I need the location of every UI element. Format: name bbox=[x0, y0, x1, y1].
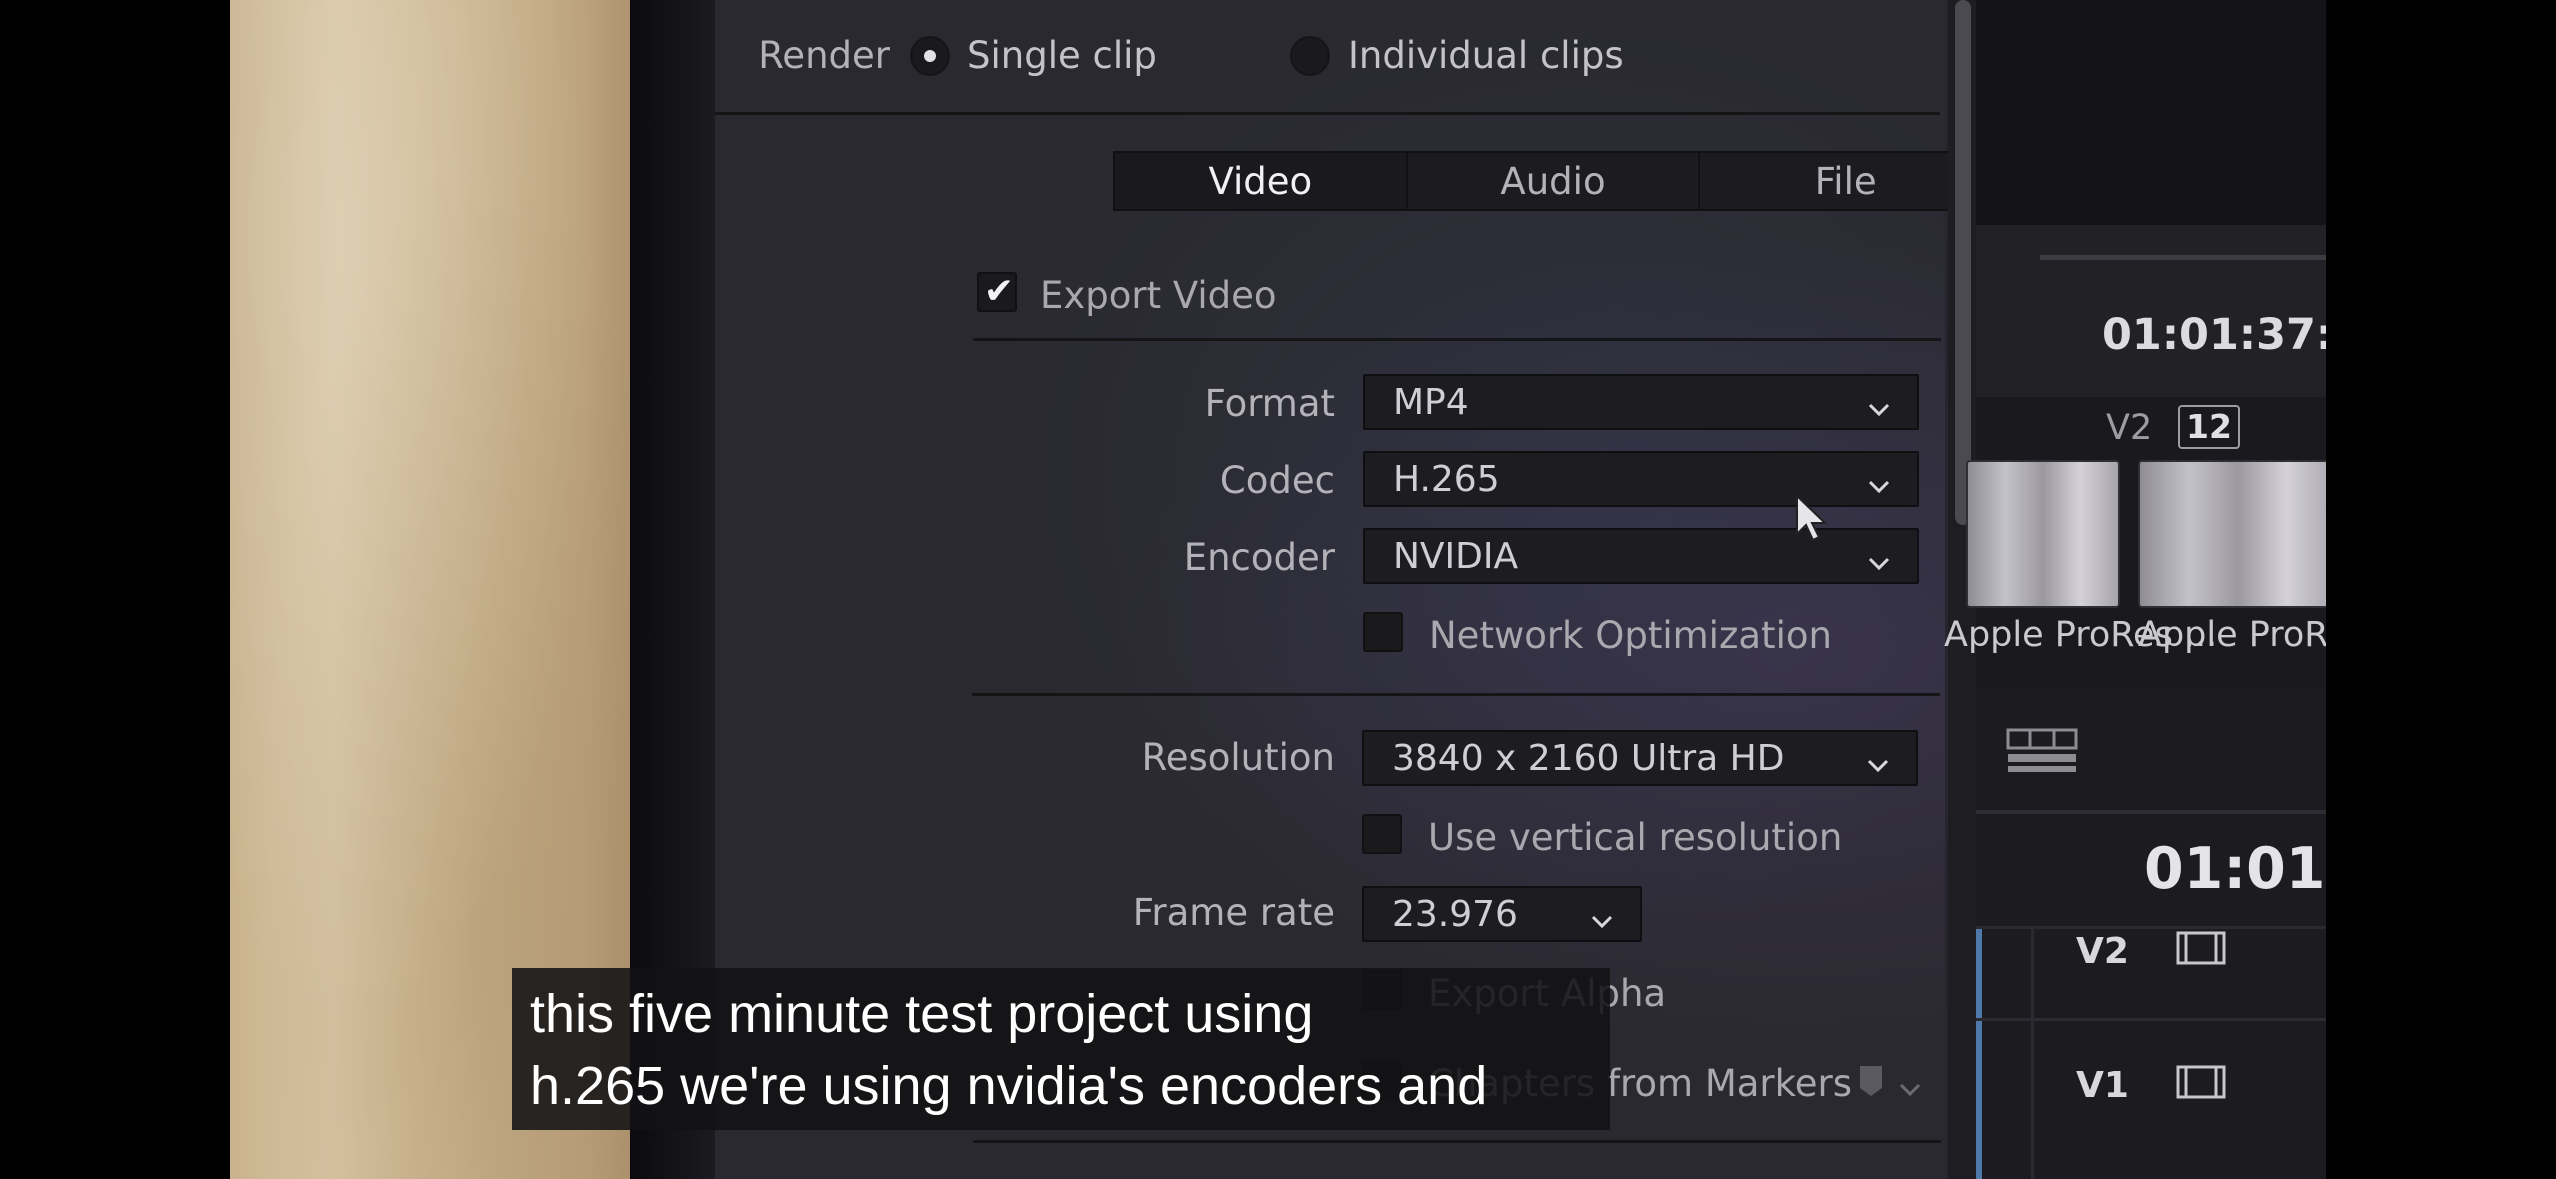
export-video-label: Export Video bbox=[1040, 274, 1277, 317]
divider bbox=[973, 1140, 1941, 1143]
resolution-select[interactable]: 3840 x 2160 Ultra HD bbox=[1362, 730, 1918, 786]
track-name: V1 bbox=[2076, 1065, 2129, 1106]
chevron-down-icon bbox=[1867, 390, 1891, 417]
caption-line: h.265 we're using nvidia's encoders and bbox=[530, 1056, 1488, 1116]
timeline-timecode: 01:01:37 bbox=[2144, 836, 2326, 902]
network-optimization-label: Network Optimization bbox=[1429, 614, 1832, 657]
timeline-area: 01:01:37:05 V2 12 Apple ProRes ... Apple… bbox=[1944, 0, 2326, 1179]
progress-line bbox=[2040, 255, 2326, 260]
codec-value: H.265 bbox=[1393, 458, 1500, 500]
format-select[interactable]: MP4 bbox=[1363, 374, 1919, 430]
single-clip-label[interactable]: Single clip bbox=[967, 34, 1157, 77]
mouse-cursor-icon bbox=[1795, 493, 1829, 542]
resolution-label: Resolution bbox=[1141, 736, 1335, 779]
render-label: Render bbox=[758, 34, 890, 77]
track-row-v1[interactable]: V1 bbox=[1976, 1018, 2326, 1179]
checkmark-icon: ✔ bbox=[983, 271, 1015, 312]
divider bbox=[972, 693, 1940, 696]
film-icon bbox=[2176, 931, 2226, 965]
frame-rate-value: 23.976 bbox=[1392, 893, 1518, 935]
clip-count-badge: 12 bbox=[2178, 405, 2240, 449]
track-label: V2 bbox=[2106, 408, 2153, 448]
chevron-down-icon[interactable] bbox=[1898, 1068, 1922, 1097]
codec-select[interactable]: H.265 bbox=[1363, 451, 1919, 507]
viewer-area bbox=[1976, 0, 2326, 225]
chevron-down-icon bbox=[1867, 544, 1891, 571]
settings-tabs: Video Audio File bbox=[1113, 151, 1993, 211]
subtitle-caption: this five minute test project using h.26… bbox=[512, 968, 1610, 1130]
resolution-value: 3840 x 2160 Ultra HD bbox=[1392, 737, 1785, 779]
encoder-label: Encoder bbox=[1183, 536, 1335, 579]
timecode-display: 01:01:37:05 bbox=[2102, 310, 2326, 360]
timeline-view-icon[interactable] bbox=[2006, 728, 2078, 774]
clip-label: Apple ProRes bbox=[2138, 615, 2326, 655]
frame-rate-select[interactable]: 23.976 bbox=[1362, 886, 1642, 942]
single-clip-radio[interactable] bbox=[910, 36, 950, 76]
chevron-down-icon bbox=[1866, 746, 1890, 773]
individual-clips-label[interactable]: Individual clips bbox=[1348, 34, 1624, 77]
vertical-resolution-checkbox[interactable] bbox=[1362, 814, 1402, 854]
format-label: Format bbox=[1204, 382, 1335, 425]
export-video-checkbox[interactable]: ✔ bbox=[977, 271, 1017, 312]
vertical-resolution-label: Use vertical resolution bbox=[1428, 816, 1843, 859]
codec-label: Codec bbox=[1219, 459, 1335, 502]
caption-line: this five minute test project using bbox=[530, 984, 1314, 1044]
track-name: V2 bbox=[2076, 931, 2129, 972]
individual-clips-radio[interactable] bbox=[1290, 36, 1330, 76]
chevron-down-icon bbox=[1590, 902, 1614, 929]
divider bbox=[1976, 810, 2326, 814]
chevron-down-icon bbox=[1867, 467, 1891, 494]
timeline-tracks: 01:01:37 V2 V1 bbox=[1976, 688, 2326, 1179]
track-row-v2[interactable]: V2 bbox=[1976, 926, 2326, 1006]
format-value: MP4 bbox=[1393, 381, 1469, 423]
scrollbar-thumb[interactable] bbox=[1955, 0, 1971, 525]
encoder-value: NVIDIA bbox=[1393, 535, 1519, 577]
frame-rate-label: Frame rate bbox=[1132, 891, 1335, 934]
divider bbox=[973, 338, 1941, 341]
marker-icon bbox=[1858, 1064, 1884, 1098]
clip-thumbnail[interactable] bbox=[2138, 460, 2326, 608]
divider bbox=[715, 112, 1940, 115]
film-icon bbox=[2176, 1065, 2226, 1099]
clip-thumbnail[interactable] bbox=[1966, 460, 2120, 608]
encoder-select[interactable]: NVIDIA bbox=[1363, 528, 1919, 584]
network-optimization-checkbox[interactable] bbox=[1363, 612, 1403, 652]
tab-video[interactable]: Video bbox=[1115, 153, 1408, 209]
tab-audio[interactable]: Audio bbox=[1408, 153, 1701, 209]
